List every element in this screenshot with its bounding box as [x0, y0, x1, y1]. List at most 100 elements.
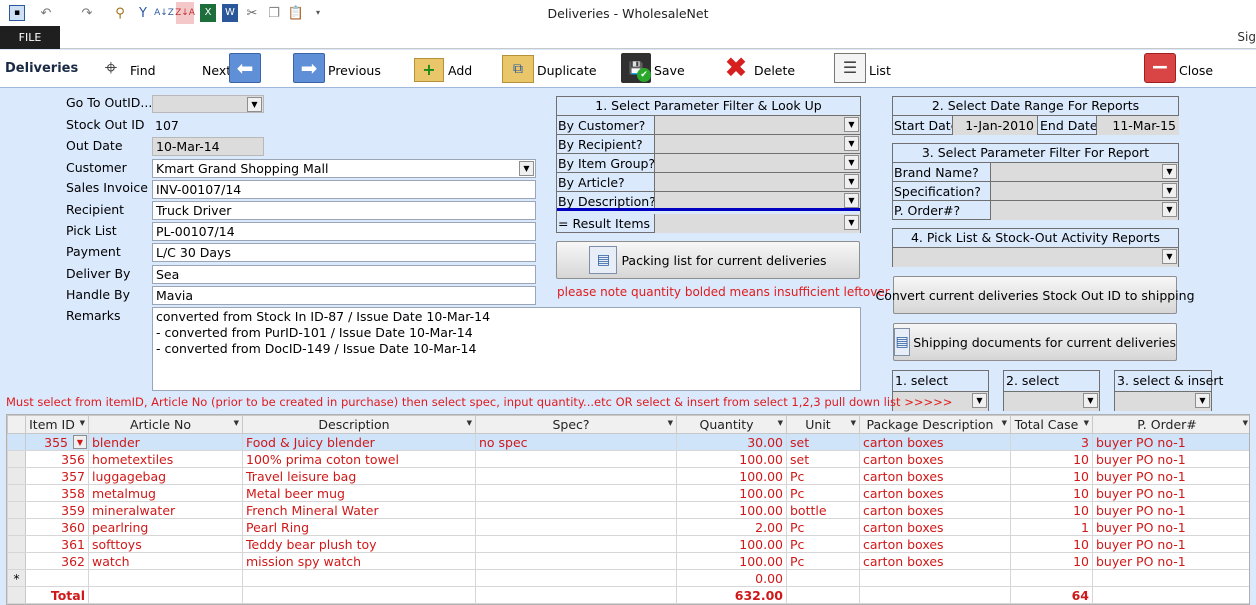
unit-cell[interactable]: Pc [786, 467, 860, 485]
unit-cell[interactable]: set [786, 450, 860, 468]
row-selector[interactable] [7, 484, 26, 502]
table-row[interactable]: 357 luggagebag Travel leisure bag 100.00… [7, 467, 1249, 485]
convert-to-shipping-button[interactable]: Convert current deliveries Stock Out ID … [875, 276, 1195, 314]
deliveries-grid[interactable]: Item ID ▼ Article No ▼ Description ▼ Spec? ▼… [6, 414, 1250, 605]
total-case-cell[interactable]: 10 [1010, 535, 1093, 553]
spec-cell[interactable] [475, 552, 677, 570]
recipient-field[interactable]: Truck Driver [152, 201, 536, 220]
article-cell[interactable]: luggagebag [88, 467, 243, 485]
unit-cell[interactable]: Pc [786, 552, 860, 570]
item-id-cell[interactable]: 359 [25, 501, 89, 519]
delete-button[interactable]: ✖ Delete [722, 50, 795, 88]
packing-list-button[interactable]: ▤ Packing list for current deliveries [556, 241, 860, 279]
table-row[interactable]: 361 softtoys Teddy bear plush toy 100.00… [7, 535, 1249, 553]
report-row-porder[interactable]: P. Order#? ▼ [893, 201, 1178, 220]
new-record-row[interactable]: * 0.00 [7, 569, 1249, 587]
total-case-cell[interactable]: 10 [1010, 552, 1093, 570]
unit-cell[interactable]: Pc [786, 484, 860, 502]
package-cell[interactable]: carton boxes [859, 450, 1011, 468]
table-row[interactable]: 356 hometextiles 100% prima coton towel … [7, 450, 1249, 468]
spec-cell[interactable] [475, 467, 677, 485]
chevron-down-icon[interactable]: ▼ [1162, 164, 1177, 179]
description-cell[interactable]: Teddy bear plush toy [242, 535, 476, 553]
pick-list-field[interactable]: PL-00107/14 [152, 222, 536, 241]
porder-cell[interactable]: buyer PO no-1 [1092, 484, 1249, 502]
pick-list-reports-select[interactable]: ▼ [893, 248, 1178, 267]
result-items-row[interactable]: = Result Items ▼ [557, 214, 860, 233]
chevron-down-icon[interactable]: ▼ [844, 117, 859, 132]
chevron-down-icon[interactable]: ▼ [1162, 183, 1177, 198]
porder-cell[interactable]: buyer PO no-1 [1092, 552, 1249, 570]
chevron-down-icon[interactable]: ▼ [972, 393, 987, 408]
quantity-cell[interactable]: 100.00 [676, 467, 787, 485]
col-unit[interactable]: Unit ▼ [786, 415, 860, 434]
quantity-cell[interactable]: 2.00 [676, 518, 787, 536]
chevron-down-icon[interactable]: ▼ [844, 136, 859, 151]
unit-cell[interactable]: set [786, 433, 860, 451]
spec-cell[interactable]: no spec [475, 433, 677, 451]
report-row-specification[interactable]: Specification? ▼ [893, 182, 1178, 201]
total-case-cell[interactable]: 10 [1010, 467, 1093, 485]
remarks-textarea[interactable]: converted from Stock In ID-87 / Issue Da… [152, 307, 861, 391]
col-article-no[interactable]: Article No ▼ [88, 415, 243, 434]
end-date-field[interactable]: 11-Mar-15 [1096, 116, 1179, 135]
spec-cell[interactable] [475, 535, 677, 553]
total-case-cell[interactable]: 1 [1010, 518, 1093, 536]
close-button[interactable]: − Close [1144, 50, 1216, 88]
description-cell[interactable]: Pearl Ring [242, 518, 476, 536]
row-selector[interactable] [7, 535, 26, 553]
shipping-documents-button[interactable]: ▤ Shipping documents for current deliver… [893, 323, 1177, 361]
description-cell[interactable]: 100% prima coton towel [242, 450, 476, 468]
filter-row-customer[interactable]: By Customer? ▼ [557, 116, 860, 135]
article-cell[interactable]: blender [88, 433, 243, 451]
spec-cell[interactable] [475, 518, 677, 536]
col-description[interactable]: Description ▼ [242, 415, 476, 434]
quantity-cell[interactable]: 100.00 [676, 484, 787, 502]
deliver-by-field[interactable]: Sea [152, 265, 536, 284]
article-cell[interactable]: pearlring [88, 518, 243, 536]
porder-cell[interactable]: buyer PO no-1 [1092, 501, 1249, 519]
package-cell[interactable]: carton boxes [859, 518, 1011, 536]
item-id-cell[interactable]: 355 ▼ [25, 433, 89, 451]
col-item-id[interactable]: Item ID ▼ [25, 415, 89, 434]
col-porder[interactable]: P. Order# ▼ [1092, 415, 1249, 434]
new-row-quantity[interactable]: 0.00 [676, 569, 787, 587]
chevron-down-icon[interactable]: ▼ [844, 174, 859, 189]
handle-by-field[interactable]: Mavia [152, 286, 536, 305]
quantity-cell[interactable]: 100.00 [676, 450, 787, 468]
unit-cell[interactable]: Pc [786, 535, 860, 553]
spec-cell[interactable] [475, 450, 677, 468]
previous-button[interactable]: ➡ Previous [293, 50, 381, 88]
row-selector[interactable] [7, 518, 26, 536]
next-button[interactable]: Next ⬅ [202, 50, 262, 88]
chevron-down-icon[interactable]: ▼ [73, 435, 87, 449]
chevron-down-icon[interactable]: ▼ [844, 193, 859, 208]
row-selector[interactable] [7, 450, 26, 468]
payment-field[interactable]: L/C 30 Days [152, 243, 536, 262]
customer-select[interactable]: Kmart Grand Shopping Mall ▼ [152, 159, 536, 178]
col-spec[interactable]: Spec? ▼ [475, 415, 677, 434]
row-selector[interactable] [7, 552, 26, 570]
total-case-cell[interactable]: 10 [1010, 501, 1093, 519]
save-button[interactable]: 💾 ✔ Save [621, 50, 685, 88]
spec-cell[interactable] [475, 501, 677, 519]
chevron-down-icon[interactable]: ▼ [1083, 393, 1098, 408]
col-quantity[interactable]: Quantity ▼ [676, 415, 787, 434]
quantity-cell[interactable]: 100.00 [676, 535, 787, 553]
filter-row-recipient[interactable]: By Recipient? ▼ [557, 135, 860, 154]
item-id-cell[interactable]: 358 [25, 484, 89, 502]
article-cell[interactable]: metalmug [88, 484, 243, 502]
package-cell[interactable]: carton boxes [859, 433, 1011, 451]
spec-cell[interactable] [475, 484, 677, 502]
package-cell[interactable]: carton boxes [859, 501, 1011, 519]
add-button[interactable]: + Add [414, 50, 476, 88]
find-button[interactable]: ⌖ Find [96, 50, 158, 88]
sales-invoice-field[interactable]: INV-00107/14 [152, 180, 536, 199]
description-cell[interactable]: mission spy watch [242, 552, 476, 570]
porder-cell[interactable]: buyer PO no-1 [1092, 518, 1249, 536]
unit-cell[interactable]: bottle [786, 501, 860, 519]
total-case-cell[interactable]: 3 [1010, 433, 1093, 451]
start-date-field[interactable]: 1-Jan-2010 [952, 116, 1038, 135]
package-cell[interactable]: carton boxes [859, 535, 1011, 553]
out-date-field[interactable]: 10-Mar-14 [152, 137, 264, 156]
